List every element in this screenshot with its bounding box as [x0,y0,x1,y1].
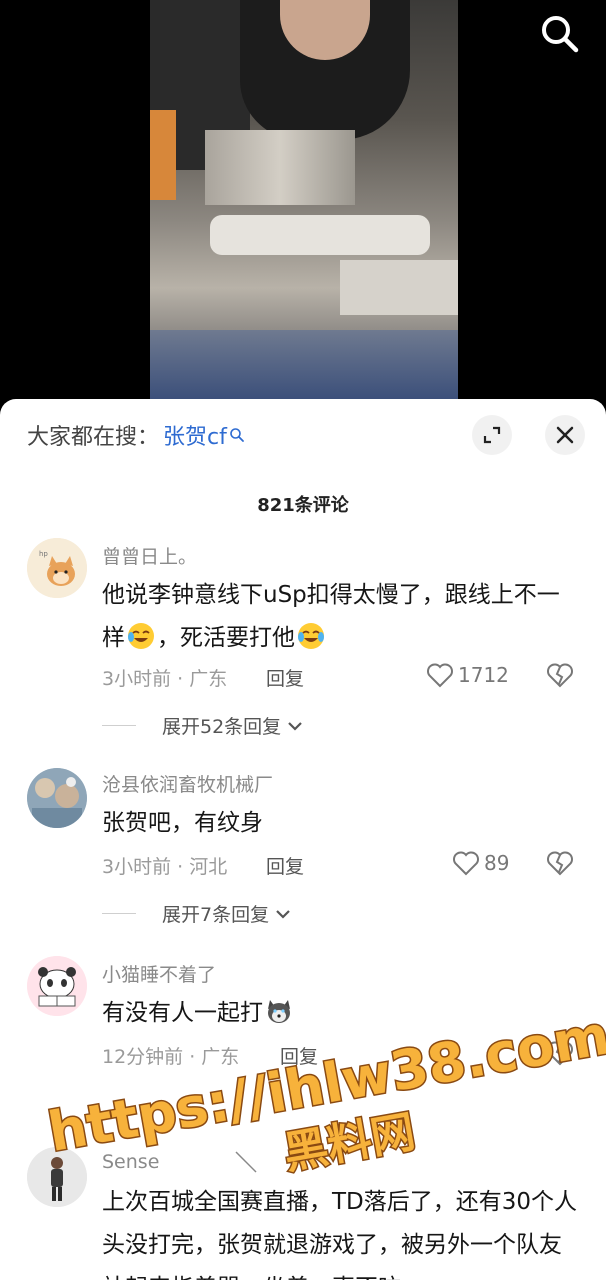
reply-button[interactable]: 回复 [266,852,304,879]
video-crowd [340,260,458,315]
avatar[interactable]: hp [27,538,87,598]
like-button[interactable]: 1712 [426,662,509,688]
divider [102,725,136,726]
search-icon [230,428,244,442]
video-frame[interactable] [150,0,458,400]
close-icon [556,426,574,444]
husky-dog-emoji-icon [264,996,294,1026]
video-background [150,110,176,200]
comment-count: 821条评论 [257,495,349,516]
video-crowd [210,215,430,255]
laugh-cry-emoji-icon [126,621,156,651]
avatar-panda-image [27,956,87,1016]
hot-search-bar[interactable]: 大家都在搜： 张贺cf [27,419,245,451]
comment-text: 张贺吧，有纹身 [102,810,263,836]
dislike-button[interactable] [546,850,574,880]
expand-replies-label: 展开7条回复 [162,904,270,926]
reply-button[interactable]: 回复 [280,1042,318,1069]
heart-outline-icon [453,851,479,876]
comment-text: 有没有人一起打 [102,992,582,1035]
dislike-button[interactable] [546,662,574,692]
avatar-photo-image [27,768,87,828]
like-count: 1712 [458,663,509,687]
avatar-shiba-image: hp [27,538,87,598]
chevron-down-icon [288,721,302,731]
search-icon [542,16,579,53]
heart-outline-icon [427,663,453,688]
expand-replies-button[interactable]: 展开7条回复 [102,900,293,927]
avatar[interactable] [27,1147,87,1207]
dislike-button[interactable] [546,1040,574,1070]
broken-heart-icon [547,851,573,876]
avatar[interactable] [27,956,87,1016]
broken-heart-icon [547,1041,573,1066]
expand-replies-button[interactable]: 展开52条回复 [102,712,305,739]
video-background [205,130,355,205]
expand-replies-label: 展开52条回复 [162,716,282,738]
comment-username[interactable]: 曾曾日上。 [102,542,197,569]
search-button[interactable] [538,12,582,56]
comment-text-part: ，死活要打他 [157,625,295,651]
video-player[interactable] [0,0,606,420]
broken-heart-icon [547,663,573,688]
comment-username[interactable]: Sense [102,1151,159,1173]
comment-text: 上次百城全国赛直播，TD落后了，还有30个人头没打完，张贺就退游戏了，被另外一个… [102,1189,578,1280]
comment-text-part: 有没有人一起打 [102,1000,263,1026]
avatar[interactable] [27,768,87,828]
video-floor [150,330,458,400]
comment-meta: 3小时前 · 河北 [102,856,228,878]
like-count: 89 [484,851,510,875]
close-button[interactable] [545,415,585,455]
comment-meta: 3小时前 · 广东 [102,668,228,690]
laugh-cry-emoji-icon [296,621,326,651]
avatar-person-image [27,1147,87,1207]
chevron-down-icon [276,909,290,919]
comment-username[interactable]: 小猫睡不着了 [102,960,216,987]
hot-search-prefix: 大家都在搜： [27,425,160,450]
divider [102,913,136,914]
comment-text: 他说李钟意线下uSp扣得太慢了，跟线上不一样 ，死活要打他 [102,574,582,660]
comments-sheet: 大家都在搜： 张贺cf 821条评论 hp 曾曾日上。 他说李钟意线下uSp扣得… [0,399,606,1280]
comment-meta: 12分钟前 · 广东 [102,1046,240,1068]
hot-search-term[interactable]: 张贺cf [163,419,227,451]
fullscreen-button[interactable] [472,415,512,455]
fullscreen-icon [483,426,501,444]
comment-username[interactable]: 沧县依润畜牧机械厂 [102,770,273,797]
svg-text:hp: hp [39,550,48,558]
like-button[interactable]: 89 [452,850,509,876]
reply-button[interactable]: 回复 [266,664,304,691]
